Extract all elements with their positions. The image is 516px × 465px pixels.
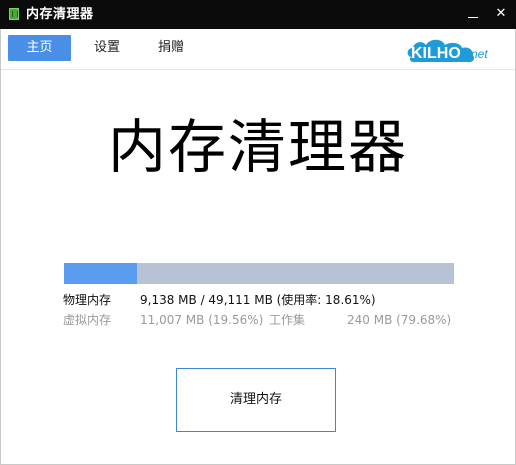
clean-memory-button[interactable]: 清理内存: [176, 368, 336, 432]
tab-donate[interactable]: 捐赠: [157, 35, 185, 61]
memory-chip-icon: [9, 8, 19, 20]
logo-main-text: KILHO: [411, 45, 461, 62]
working-set-value: 240 MB (79.68%): [347, 313, 452, 327]
physical-memory-label: 物理内存: [63, 293, 112, 307]
minimize-button[interactable]: [462, 3, 484, 25]
page-heading: 内存清理器: [107, 113, 408, 181]
close-button[interactable]: ✕: [490, 3, 512, 25]
kilho-logo-graphic: KILHO net: [407, 39, 488, 63]
title-bar[interactable]: 内存清理器 ✕: [0, 0, 516, 29]
memory-usage-bar: [64, 263, 454, 284]
memory-usage-fill: [64, 263, 137, 284]
physical-memory-value: 9,138 MB / 49,111 MB (使用率: 18.61%): [140, 293, 376, 307]
logo-suffix-text: net: [471, 47, 488, 61]
virtual-memory-label: 虚拟内存: [63, 313, 112, 327]
tab-settings[interactable]: 设置: [93, 35, 121, 61]
tab-home[interactable]: 主页: [8, 35, 71, 61]
minimize-icon: [468, 17, 478, 18]
virtual-memory-value: 11,007 MB (19.56%): [140, 313, 264, 327]
working-set-label: 工作集: [269, 313, 306, 327]
kilho-logo[interactable]: KILHO net: [404, 35, 504, 65]
window-border-left: [0, 29, 1, 465]
window-title: 内存清理器: [26, 7, 94, 22]
